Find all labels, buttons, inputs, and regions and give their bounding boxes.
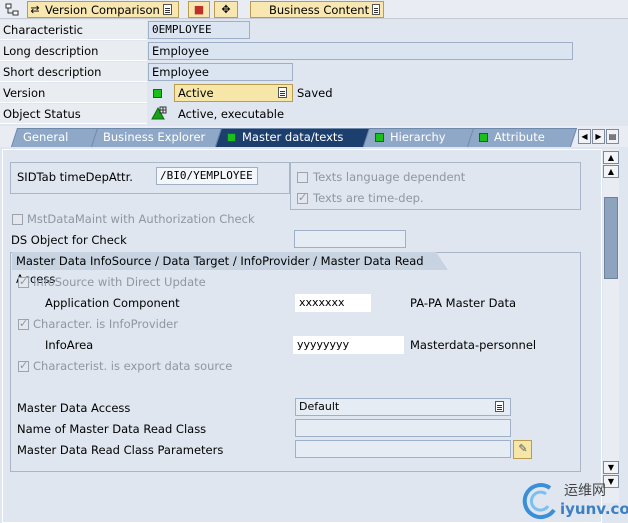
tab-master-data-texts[interactable]: Master data/texts: [214, 128, 372, 147]
long-description-label: Long description: [0, 41, 147, 61]
export-datasource-label: Characterist. is export data source: [33, 359, 233, 373]
char-infoprovider-label: Character. is InfoProvider: [33, 317, 178, 331]
status-green-icon: [227, 133, 236, 142]
short-description-label: Short description: [0, 62, 147, 82]
version-dropdown[interactable]: Active: [174, 84, 293, 102]
active-status-icon: [153, 89, 162, 98]
tab-strip: General Business Explorer Master data/te…: [0, 126, 628, 147]
application-toolbar: ⇄ Version Comparison ■ ✥ Business Conten…: [0, 0, 628, 19]
pencil-icon: ✎: [518, 442, 528, 455]
version-label: Version: [0, 83, 147, 103]
master-data-access-dropdown[interactable]: Default: [295, 398, 511, 416]
ds-object-field[interactable]: [294, 230, 406, 248]
short-description-field[interactable]: Employee: [148, 63, 293, 81]
object-status-label: Object Status: [0, 104, 147, 124]
object-status-value: Active, executable: [178, 107, 285, 121]
mst-auth-check-label: MstDataMaint with Authorization Check: [27, 212, 255, 226]
version-status: Saved: [297, 86, 333, 100]
scroll-top-icon[interactable]: ▲: [603, 151, 619, 164]
tab-business-explorer[interactable]: Business Explorer: [90, 128, 226, 147]
infoarea-description: Masterdata-personnel: [410, 338, 537, 352]
edit-parameters-button[interactable]: ✎: [513, 440, 532, 459]
transport-button[interactable]: ■: [188, 1, 210, 18]
characteristic-field[interactable]: 0EMPLOYEE: [148, 21, 250, 39]
infosource-direct-update-label: InfoSource with Direct Update: [33, 275, 206, 289]
watermark: 运维网 iyunv.com: [520, 478, 628, 523]
watermark-text: 运维网: [564, 483, 606, 499]
read-class-params-field[interactable]: [295, 440, 511, 458]
texts-time-dependent-label: Texts are time-dep.: [313, 191, 424, 205]
truck-icon: ■: [193, 2, 205, 16]
texts-language-dependent-label: Texts language dependent: [313, 170, 466, 184]
watermark-logo-icon: [522, 483, 556, 520]
read-class-params-label: Master Data Read Class Parameters: [17, 443, 224, 457]
dropdown-icon: [372, 4, 380, 15]
scroll-down-icon[interactable]: ▼: [603, 461, 619, 474]
section-header: Master Data InfoSource / Data Target / I…: [12, 252, 448, 286]
application-component-description: PA-PA Master Data: [410, 296, 517, 310]
long-description-field[interactable]: Employee: [148, 42, 573, 60]
business-content-button[interactable]: Business Content: [250, 1, 384, 18]
watermark-url: iyunv.com: [560, 500, 628, 518]
char-infoprovider-checkbox[interactable]: [18, 317, 29, 330]
sidtab-label: SIDTab timeDepAttr.: [17, 170, 133, 184]
hierarchy-icon[interactable]: [4, 2, 20, 21]
dropdown-icon: [495, 401, 504, 412]
texts-language-dependent-checkbox[interactable]: [297, 172, 308, 183]
application-component-field[interactable]: xxxxxxx: [295, 294, 371, 312]
tab-scroll-right-icon[interactable]: ▶: [592, 129, 605, 144]
dataflow-button[interactable]: ✥: [214, 1, 238, 18]
status-green-icon: [375, 133, 384, 142]
infosource-direct-update-checkbox[interactable]: [18, 275, 29, 288]
infoarea-field[interactable]: yyyyyyyy: [293, 336, 404, 354]
dropdown-icon: [278, 87, 287, 98]
compare-icon: ⇄: [30, 2, 40, 16]
infoarea-label: InfoArea: [45, 338, 94, 352]
read-class-field[interactable]: [295, 419, 511, 437]
mst-auth-check-checkbox[interactable]: [12, 214, 23, 225]
dataflow-icon: ✥: [221, 2, 231, 16]
master-data-texts-panel: SIDTab timeDepAttr. /BI0/YEMPLOYEE Texts…: [2, 149, 602, 523]
version-comparison-button[interactable]: ⇄ Version Comparison: [27, 1, 179, 18]
tab-scroll-left-icon[interactable]: ◀: [578, 129, 591, 144]
status-green-icon: [479, 133, 488, 142]
texts-time-dependent-checkbox[interactable]: [297, 191, 308, 204]
read-class-label: Name of Master Data Read Class: [17, 422, 207, 436]
dropdown-icon: [162, 4, 172, 15]
scroll-up-icon[interactable]: ▲: [603, 165, 619, 178]
application-component-label: Application Component: [45, 296, 180, 310]
export-datasource-checkbox[interactable]: [18, 359, 29, 372]
scrollbar-thumb[interactable]: [604, 197, 618, 279]
characteristic-label: Characteristic: [0, 20, 147, 40]
master-data-access-label: Master Data Access: [17, 401, 131, 415]
tab-hierarchy[interactable]: Hierarchy: [362, 128, 478, 147]
sidtab-field[interactable]: /BI0/YEMPLOYEE: [156, 167, 258, 185]
vertical-scrollbar[interactable]: ▲ ▲ ▼ ▼: [603, 149, 619, 503]
tab-attribute[interactable]: Attribute: [466, 128, 578, 147]
executable-status-icon: [150, 105, 168, 124]
ds-object-label: DS Object for Check: [11, 233, 127, 247]
tab-list-icon[interactable]: ▤: [606, 129, 619, 144]
